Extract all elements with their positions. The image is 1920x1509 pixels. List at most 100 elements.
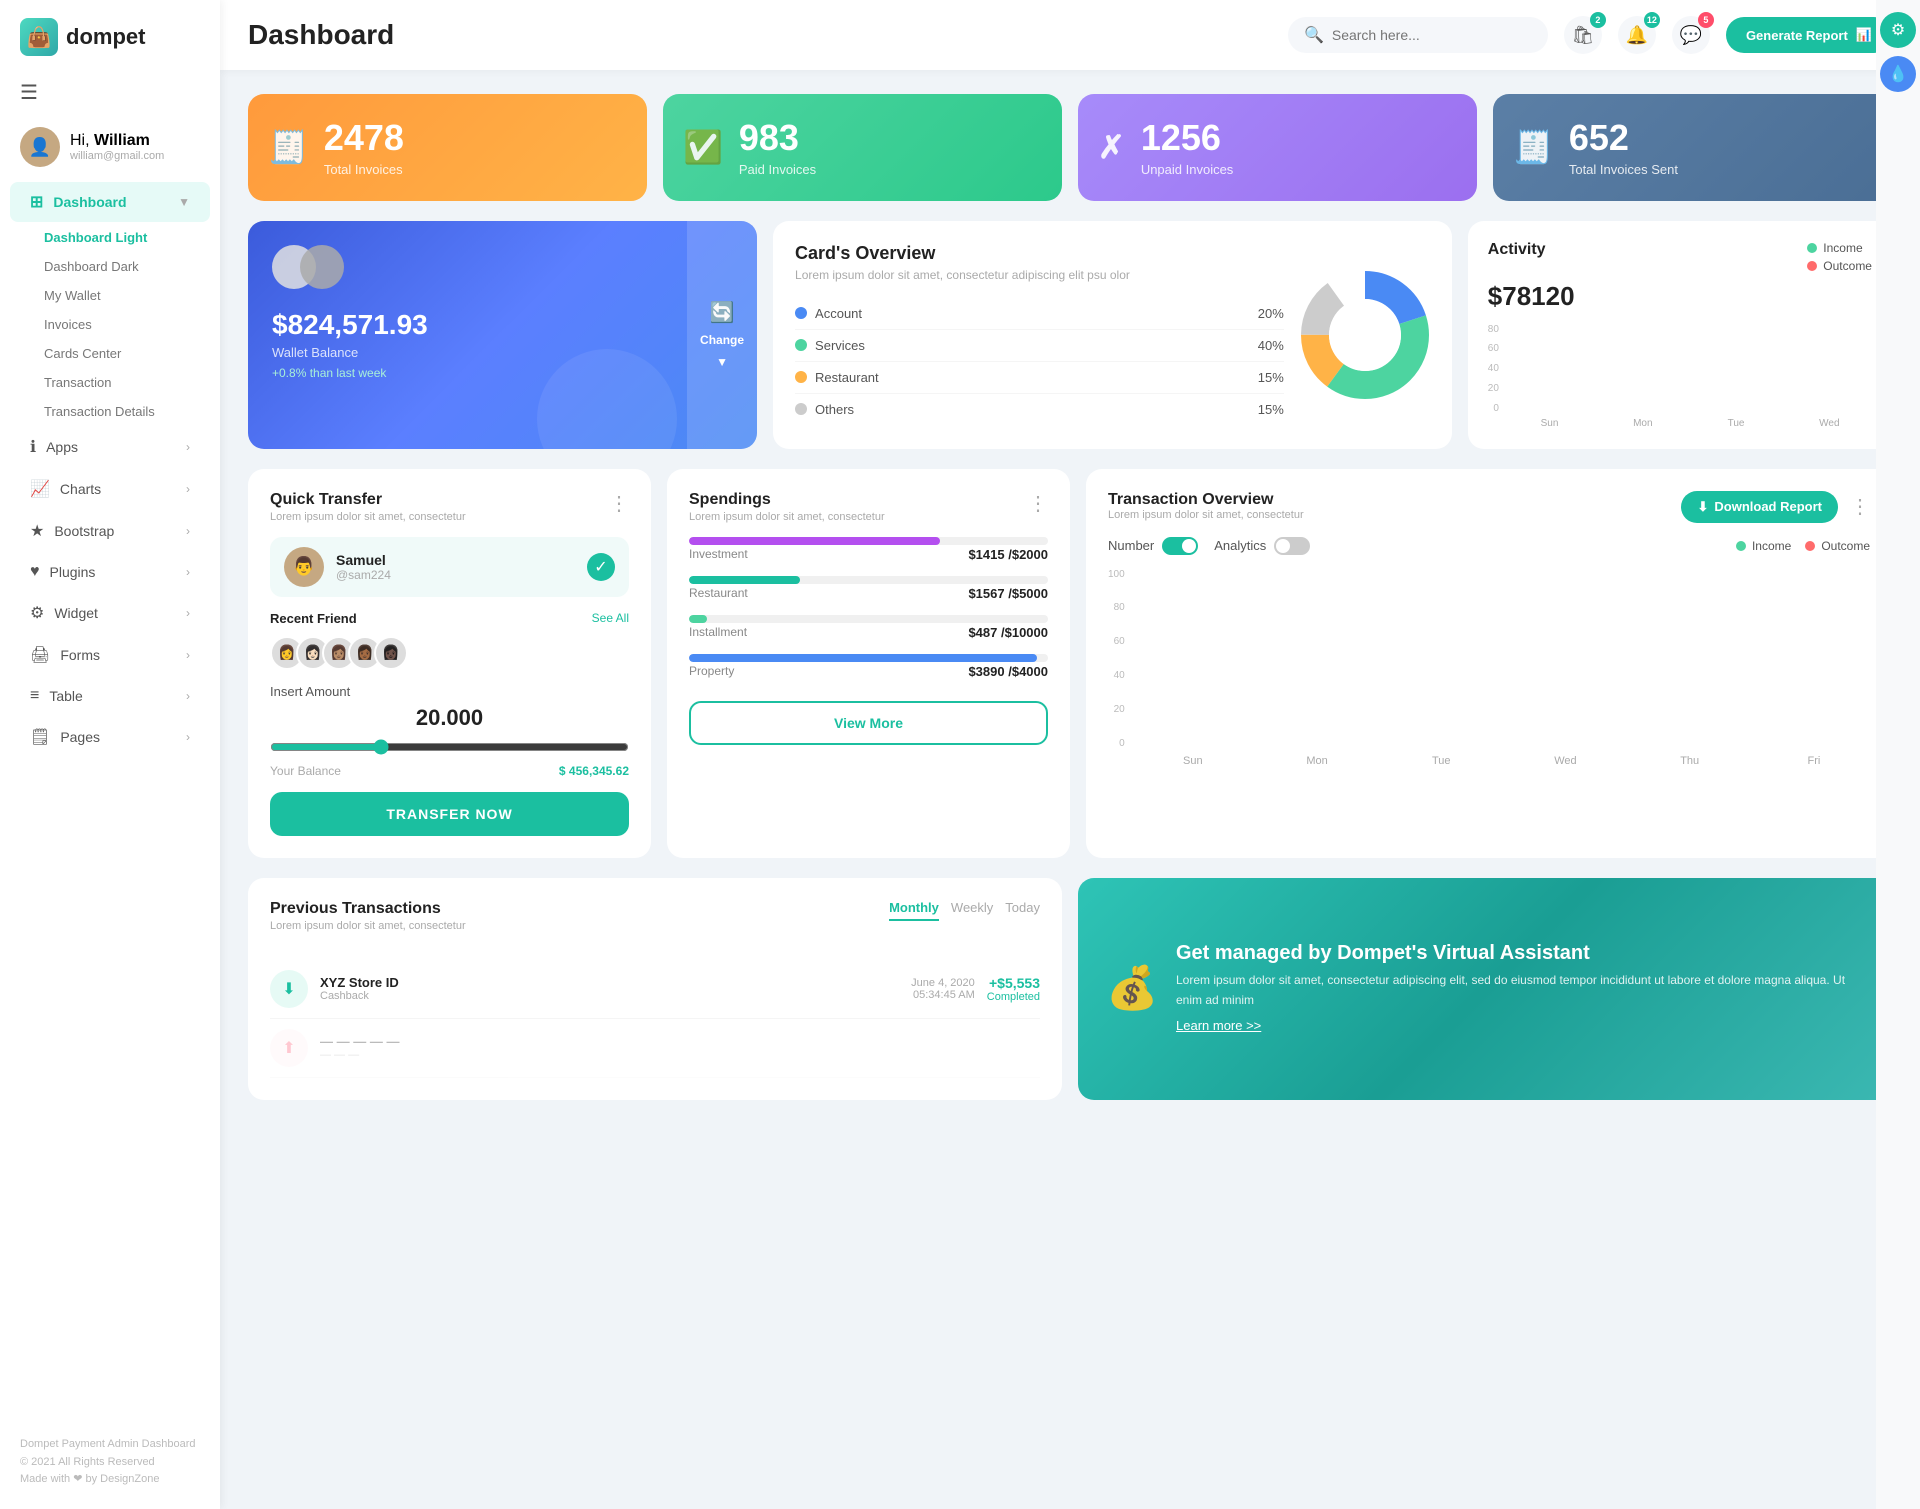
total-invoices-number: 2478: [324, 118, 404, 158]
pt-tabs: Monthly Weekly Today: [889, 900, 1040, 921]
sidebar-user: 👤 Hi, William william@gmail.com: [0, 115, 220, 181]
sidebar-item-table[interactable]: ≡ Table ›: [10, 677, 210, 715]
sidebar-item-dashboard[interactable]: ⊞ Dashboard ▼: [10, 182, 210, 222]
recent-friend-label: Recent Friend: [270, 611, 357, 626]
bag-button[interactable]: 🛍 2: [1564, 16, 1602, 54]
tab-today[interactable]: Today: [1005, 900, 1040, 921]
download-icon: ⬇: [1697, 499, 1708, 515]
co-row-services: Services 40%: [795, 330, 1284, 362]
tx-date: June 4, 2020: [911, 977, 975, 989]
others-dot: [795, 403, 807, 415]
user-email: william@gmail.com: [70, 150, 164, 162]
spending-label-investment: Investment: [689, 547, 748, 562]
charts-icon: 📈: [30, 479, 50, 499]
chevron-right-icon: ›: [186, 648, 190, 662]
pt-title: Previous Transactions: [270, 900, 466, 918]
check-icon: ✓: [587, 553, 615, 581]
bottom-row: Quick Transfer Lorem ipsum dolor sit ame…: [248, 469, 1892, 858]
sent-invoices-number: 652: [1569, 118, 1678, 158]
header: Dashboard 🔍 🛍 2 🔔 12 💬 5 Generate Report…: [220, 0, 1920, 70]
sidebar-item-pages[interactable]: 🗒 Pages ›: [10, 717, 210, 757]
stat-card-total-invoices: 🧾 2478 Total Invoices: [248, 94, 647, 201]
friend-5: 👩🏿: [374, 636, 408, 670]
toggle-analytics: Analytics: [1214, 537, 1310, 555]
spending-amounts-investment: $1415 /$2000: [968, 547, 1048, 562]
more-options-button[interactable]: ⋮: [609, 491, 629, 516]
change-button[interactable]: 🔄 Change ▼: [687, 221, 757, 449]
analytics-toggle[interactable]: [1274, 537, 1310, 555]
transaction-row: ⬇ XYZ Store ID Cashback June 4, 2020 05:…: [270, 960, 1040, 1019]
change-label: Change: [700, 333, 744, 347]
view-more-button[interactable]: View More: [689, 701, 1048, 745]
sidebar-item-charts[interactable]: 📈 Charts ›: [10, 469, 210, 509]
sub-item-dashboard-light[interactable]: Dashboard Light: [0, 223, 220, 252]
logo-text: dompet: [66, 24, 145, 50]
unpaid-icon: ✗: [1098, 128, 1125, 166]
sidebar-item-plugins[interactable]: ♥ Plugins ›: [10, 553, 210, 591]
chevron-down-icon: ▼: [178, 195, 190, 209]
table-icon: ≡: [30, 687, 39, 705]
spending-restaurant: Restaurant $1567 /$5000: [689, 576, 1048, 601]
content-area: 🧾 2478 Total Invoices ✅ 983 Paid Invoice…: [220, 70, 1920, 1509]
insert-amount-label: Insert Amount: [270, 684, 629, 699]
generate-report-button[interactable]: Generate Report 📊: [1726, 17, 1892, 53]
sub-item-dashboard-dark[interactable]: Dashboard Dark: [0, 252, 220, 281]
va-icon: 💰: [1106, 964, 1156, 1013]
stat-card-sent-invoices: 🧾 652 Total Invoices Sent: [1493, 94, 1892, 201]
download-report-button[interactable]: ⬇ Download Report: [1681, 491, 1838, 523]
wallet-circle-right: [300, 245, 344, 289]
activity-title: Activity: [1488, 241, 1546, 259]
tab-weekly[interactable]: Weekly: [951, 900, 993, 921]
sent-icon: 🧾: [1513, 128, 1553, 166]
number-toggle[interactable]: [1162, 537, 1198, 555]
sub-item-transaction[interactable]: Transaction: [0, 368, 220, 397]
transfer-now-button[interactable]: TRANSFER NOW: [270, 792, 629, 836]
notification-button[interactable]: 🔔 12: [1618, 16, 1656, 54]
tab-monthly[interactable]: Monthly: [889, 900, 939, 921]
to-legend: Income Outcome: [1736, 539, 1870, 553]
middle-row: $824,571.93 Wallet Balance +0.8% than la…: [248, 221, 1892, 449]
sub-item-invoices[interactable]: Invoices: [0, 310, 220, 339]
sub-item-my-wallet[interactable]: My Wallet: [0, 281, 220, 310]
stats-row: 🧾 2478 Total Invoices ✅ 983 Paid Invoice…: [248, 94, 1892, 201]
theme-panel-button[interactable]: 💧: [1880, 56, 1916, 92]
avatar: 👤: [20, 127, 60, 167]
sub-item-cards-center[interactable]: Cards Center: [0, 339, 220, 368]
sidebar-item-forms[interactable]: 🖨 Forms ›: [10, 635, 210, 675]
sidebar-item-label: Charts: [60, 481, 101, 497]
quick-transfer-subtitle: Lorem ipsum dolor sit amet, consectetur: [270, 511, 466, 523]
sub-item-transaction-details[interactable]: Transaction Details: [0, 397, 220, 426]
tx-icon-2: ⬆: [270, 1029, 308, 1067]
footer-made-with: Made with ❤ by DesignZone: [20, 1471, 200, 1489]
sidebar-item-widget[interactable]: ⚙ Widget ›: [10, 593, 210, 633]
settings-panel-button[interactable]: ⚙: [1880, 12, 1916, 48]
sidebar-item-label: Pages: [60, 729, 100, 745]
sidebar-item-bootstrap[interactable]: ★ Bootstrap ›: [10, 511, 210, 551]
unpaid-invoices-number: 1256: [1141, 118, 1234, 158]
bag-badge: 2: [1590, 12, 1606, 28]
account-dot: [795, 307, 807, 319]
see-all-link[interactable]: See All: [592, 611, 629, 625]
tx-sub: Cashback: [320, 990, 899, 1002]
refresh-icon: 🔄: [710, 300, 735, 325]
total-invoices-label: Total Invoices: [324, 162, 404, 177]
friend-avatars: 👩 👩🏻 👩🏽 👩🏾 👩🏿: [270, 636, 629, 670]
spendings-more-options[interactable]: ⋮: [1028, 491, 1048, 516]
hamburger-menu[interactable]: ☰: [0, 70, 220, 115]
logo: 👜 dompet: [0, 0, 220, 70]
message-button[interactable]: 💬 5: [1672, 16, 1710, 54]
chart-icon: 📊: [1856, 27, 1872, 43]
co-row-others: Others 15%: [795, 394, 1284, 425]
search-input[interactable]: [1332, 27, 1512, 43]
to-more-options[interactable]: ⋮: [1850, 494, 1870, 519]
va-learn-more-link[interactable]: Learn more >>: [1176, 1018, 1261, 1033]
transaction-overview-card: Transaction Overview Lorem ipsum dolor s…: [1086, 469, 1892, 858]
person-handle: @sam224: [336, 568, 391, 582]
amount-slider[interactable]: [270, 739, 629, 755]
chevron-right-icon: ›: [186, 482, 190, 496]
forms-icon: 🖨: [30, 645, 50, 665]
sidebar-item-apps[interactable]: ℹ Apps ›: [10, 427, 210, 467]
tx-icon-cashback: ⬇: [270, 970, 308, 1008]
chevron-right-icon: ›: [186, 440, 190, 454]
activity-legend: Income Outcome: [1807, 241, 1872, 273]
